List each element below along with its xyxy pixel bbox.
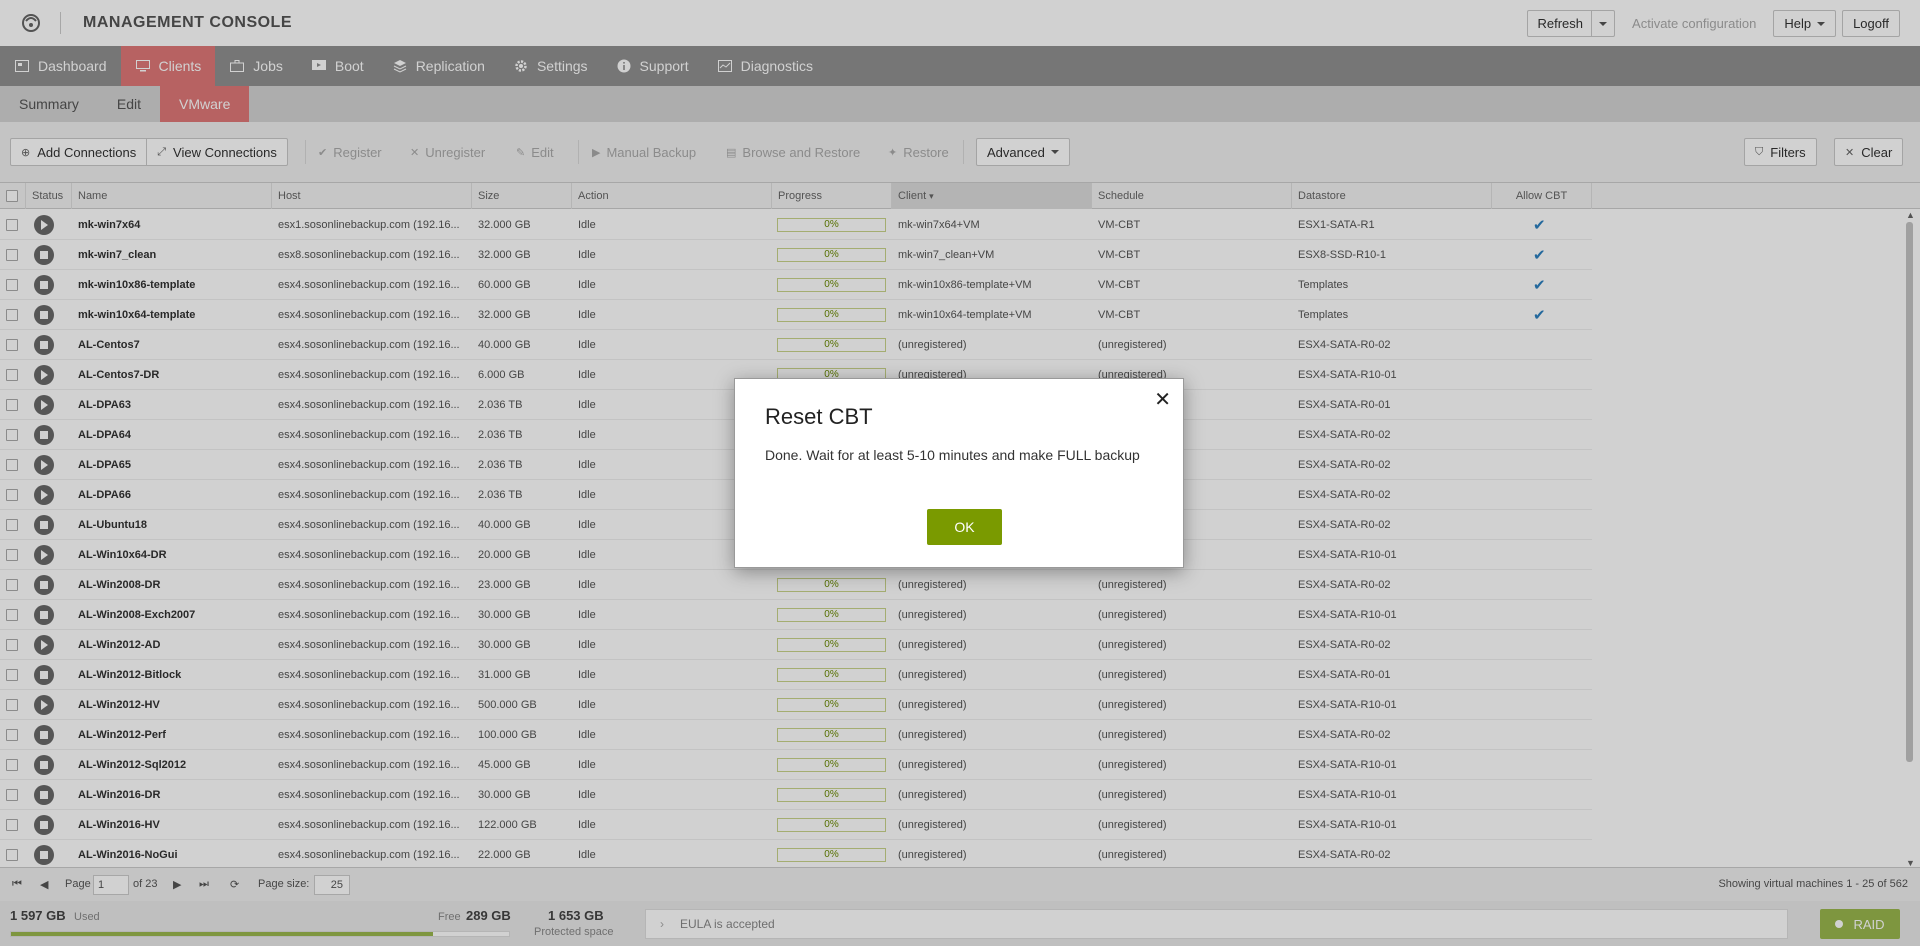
close-icon[interactable]: ✕ [1154, 387, 1171, 412]
dialog-title: Reset CBT [765, 404, 873, 429]
reset-cbt-dialog: Reset CBT ✕ Done. Wait for at least 5-10… [734, 378, 1184, 568]
dialog-message: Done. Wait for at least 5-10 minutes and… [765, 447, 1140, 463]
ok-button[interactable]: OK [927, 509, 1002, 545]
